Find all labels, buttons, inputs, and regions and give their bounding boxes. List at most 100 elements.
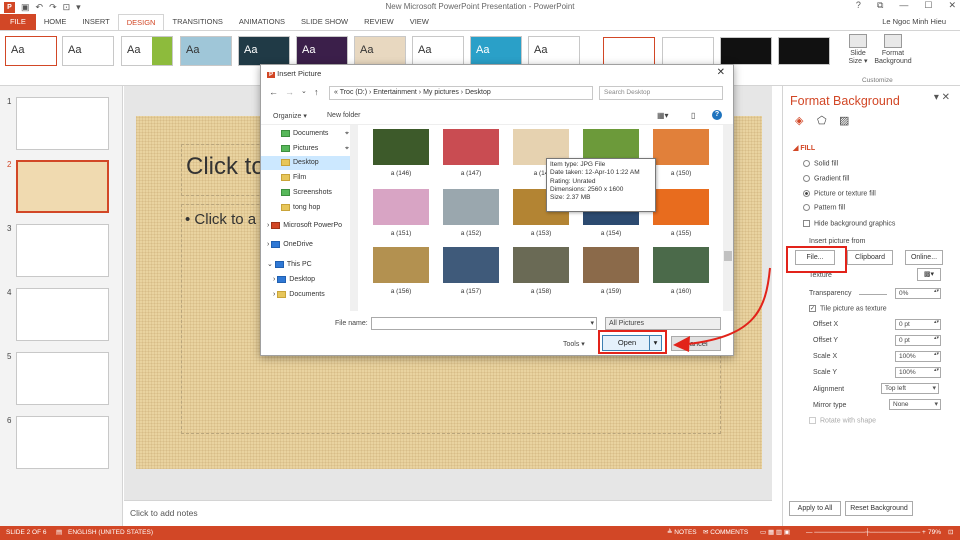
recent-locations-icon[interactable]: ⌄ — [301, 87, 307, 95]
offset-x-input[interactable]: 0 pt — [895, 319, 941, 330]
theme-thumbnail[interactable]: Aa — [528, 36, 580, 66]
photo-thumbnail[interactable] — [653, 247, 709, 283]
tab-home[interactable]: HOME — [36, 14, 75, 30]
up-folder-icon[interactable]: ↑ — [314, 87, 319, 97]
alignment-dropdown[interactable]: Top left — [881, 383, 939, 394]
close-icon[interactable]: ✕ — [948, 0, 956, 11]
transparency-slider[interactable] — [859, 294, 887, 295]
zoom-level[interactable]: 79% — [928, 526, 941, 540]
tree-item-pictures[interactable]: Pictures ⌖ — [261, 142, 351, 156]
address-bar[interactable]: « Troc (D:) › Entertainment › My picture… — [329, 86, 593, 100]
fit-slide-icon[interactable]: ⊡ — [948, 526, 953, 540]
file-type-filter[interactable]: All Pictures — [605, 317, 721, 330]
filename-input[interactable]: ▾ — [371, 317, 597, 330]
slide-thumbnail[interactable] — [16, 97, 109, 150]
fill-tab-icon[interactable]: ◈ — [795, 114, 803, 127]
online-button[interactable]: Online... — [905, 250, 943, 265]
variant-thumbnail[interactable] — [603, 37, 655, 65]
back-icon[interactable]: ← — [269, 87, 278, 97]
slide-thumbnail[interactable] — [16, 416, 109, 469]
maximize-icon[interactable]: ☐ — [924, 0, 932, 11]
ribbon-display-icon[interactable]: ⧉ — [877, 0, 883, 11]
theme-thumbnail[interactable]: Aa — [296, 36, 348, 66]
help-icon[interactable]: ? — [856, 0, 861, 11]
help-icon[interactable]: ? — [712, 110, 722, 120]
slide-thumbnail-selected[interactable] — [16, 160, 109, 213]
tile-checkbox[interactable]: ✓ Tile picture as texture — [809, 305, 887, 312]
variant-thumbnail[interactable] — [662, 37, 714, 65]
tab-design[interactable]: DESIGN — [117, 14, 165, 30]
pattern-fill-option[interactable]: Pattern fill — [803, 204, 845, 211]
picture-tab-icon[interactable]: ▨ — [839, 114, 849, 127]
variant-thumbnail[interactable] — [720, 37, 772, 65]
photo-thumbnail[interactable] — [653, 189, 709, 225]
picture-fill-option[interactable]: Picture or texture fill — [803, 190, 876, 197]
scroll-thumb[interactable] — [724, 251, 732, 261]
grid-scrollbar[interactable] — [723, 125, 733, 311]
minimize-icon[interactable]: — — [899, 0, 908, 11]
theme-thumbnail[interactable]: Aa — [354, 36, 406, 66]
tree-item-film[interactable]: Film — [261, 171, 351, 185]
fill-section-header[interactable]: ◢ FILL — [793, 144, 815, 152]
tree-item-this-pc[interactable]: ⌄ This PC — [261, 258, 351, 272]
tab-insert[interactable]: INSERT — [74, 14, 117, 30]
theme-thumbnail[interactable]: Aa — [238, 36, 290, 66]
slide-thumbnail[interactable] — [16, 224, 109, 277]
tab-animations[interactable]: ANIMATIONS — [231, 14, 293, 30]
slide-thumbnail[interactable] — [16, 288, 109, 341]
tree-item-microsoft-powerpoint[interactable]: › Microsoft PowerPo — [261, 219, 351, 233]
organize-button[interactable]: Organize ▾ — [273, 112, 307, 120]
theme-thumbnail[interactable]: Aa — [121, 36, 173, 66]
theme-thumbnail[interactable]: Aa — [62, 36, 114, 66]
tree-item-pc-documents[interactable]: › Documents — [261, 288, 351, 302]
tree-item-onedrive[interactable]: › OneDrive — [261, 238, 351, 252]
transparency-input[interactable]: 0% — [895, 288, 941, 299]
tree-item-documents[interactable]: Documents ⌖ — [261, 127, 351, 141]
solid-fill-option[interactable]: Solid fill — [803, 160, 838, 167]
tree-item-screenshots[interactable]: Screenshots — [261, 186, 351, 200]
photo-thumbnail[interactable] — [373, 129, 429, 165]
tab-file[interactable]: FILE — [0, 14, 36, 30]
theme-thumbnail[interactable]: Aa — [412, 36, 464, 66]
user-name[interactable]: Le Ngoc Minh Hieu — [882, 14, 946, 30]
notes-pane[interactable]: Click to add notes — [124, 500, 772, 526]
tree-scrollbar[interactable] — [350, 125, 358, 311]
pane-controls[interactable]: ▾ ✕ — [934, 92, 950, 103]
photo-thumbnail[interactable] — [373, 189, 429, 225]
comments-button[interactable]: ✉ COMMENTS — [703, 526, 748, 540]
view-buttons[interactable]: ▭ ▦ ▥ ▣ — [760, 526, 790, 540]
photo-thumbnail[interactable] — [443, 129, 499, 165]
slide-size-button[interactable]: Slide Size ▾ — [845, 34, 871, 66]
tools-dropdown[interactable]: Tools ▾ — [563, 340, 585, 348]
tree-item-pc-desktop[interactable]: › Desktop — [261, 273, 351, 287]
dialog-close-icon[interactable]: ✕ — [717, 67, 725, 78]
tab-slide-show[interactable]: SLIDE SHOW — [293, 14, 356, 30]
format-background-button[interactable]: Format Background — [872, 34, 914, 66]
tab-transitions[interactable]: TRANSITIONS — [164, 14, 230, 30]
scale-x-input[interactable]: 100% — [895, 351, 941, 362]
rotate-checkbox[interactable]: Rotate with shape — [809, 417, 876, 424]
effects-tab-icon[interactable]: ⬠ — [817, 114, 827, 127]
tree-item-tong-hop[interactable]: tong hop — [261, 201, 351, 215]
photo-thumbnail[interactable] — [583, 247, 639, 283]
new-folder-button[interactable]: New folder — [327, 112, 360, 119]
scale-y-input[interactable]: 100% — [895, 367, 941, 378]
notes-button[interactable]: ≜ NOTES — [667, 526, 697, 540]
variant-thumbnail[interactable] — [778, 37, 830, 65]
zoom-slider[interactable]: — ───────────┼─────────── + — [806, 526, 926, 540]
reset-background-button[interactable]: Reset Background — [845, 501, 913, 516]
hide-background-checkbox[interactable]: Hide background graphics — [803, 220, 895, 227]
photo-thumbnail[interactable] — [373, 247, 429, 283]
photo-thumbnail[interactable] — [443, 247, 499, 283]
photo-thumbnail[interactable] — [443, 189, 499, 225]
photo-thumbnail[interactable] — [653, 129, 709, 165]
cancel-button[interactable]: Cancel — [671, 336, 721, 351]
language-indicator[interactable]: ENGLISH (UNITED STATES) — [68, 526, 153, 540]
gradient-fill-option[interactable]: Gradient fill — [803, 175, 849, 182]
offset-y-input[interactable]: 0 pt — [895, 335, 941, 346]
theme-thumbnail[interactable]: Aa — [180, 36, 232, 66]
view-options-icon[interactable]: ▦▾ — [657, 111, 669, 120]
tree-item-desktop[interactable]: Desktop — [261, 156, 351, 170]
mirror-dropdown[interactable]: None — [889, 399, 941, 410]
apply-to-all-button[interactable]: Apply to All — [789, 501, 841, 516]
